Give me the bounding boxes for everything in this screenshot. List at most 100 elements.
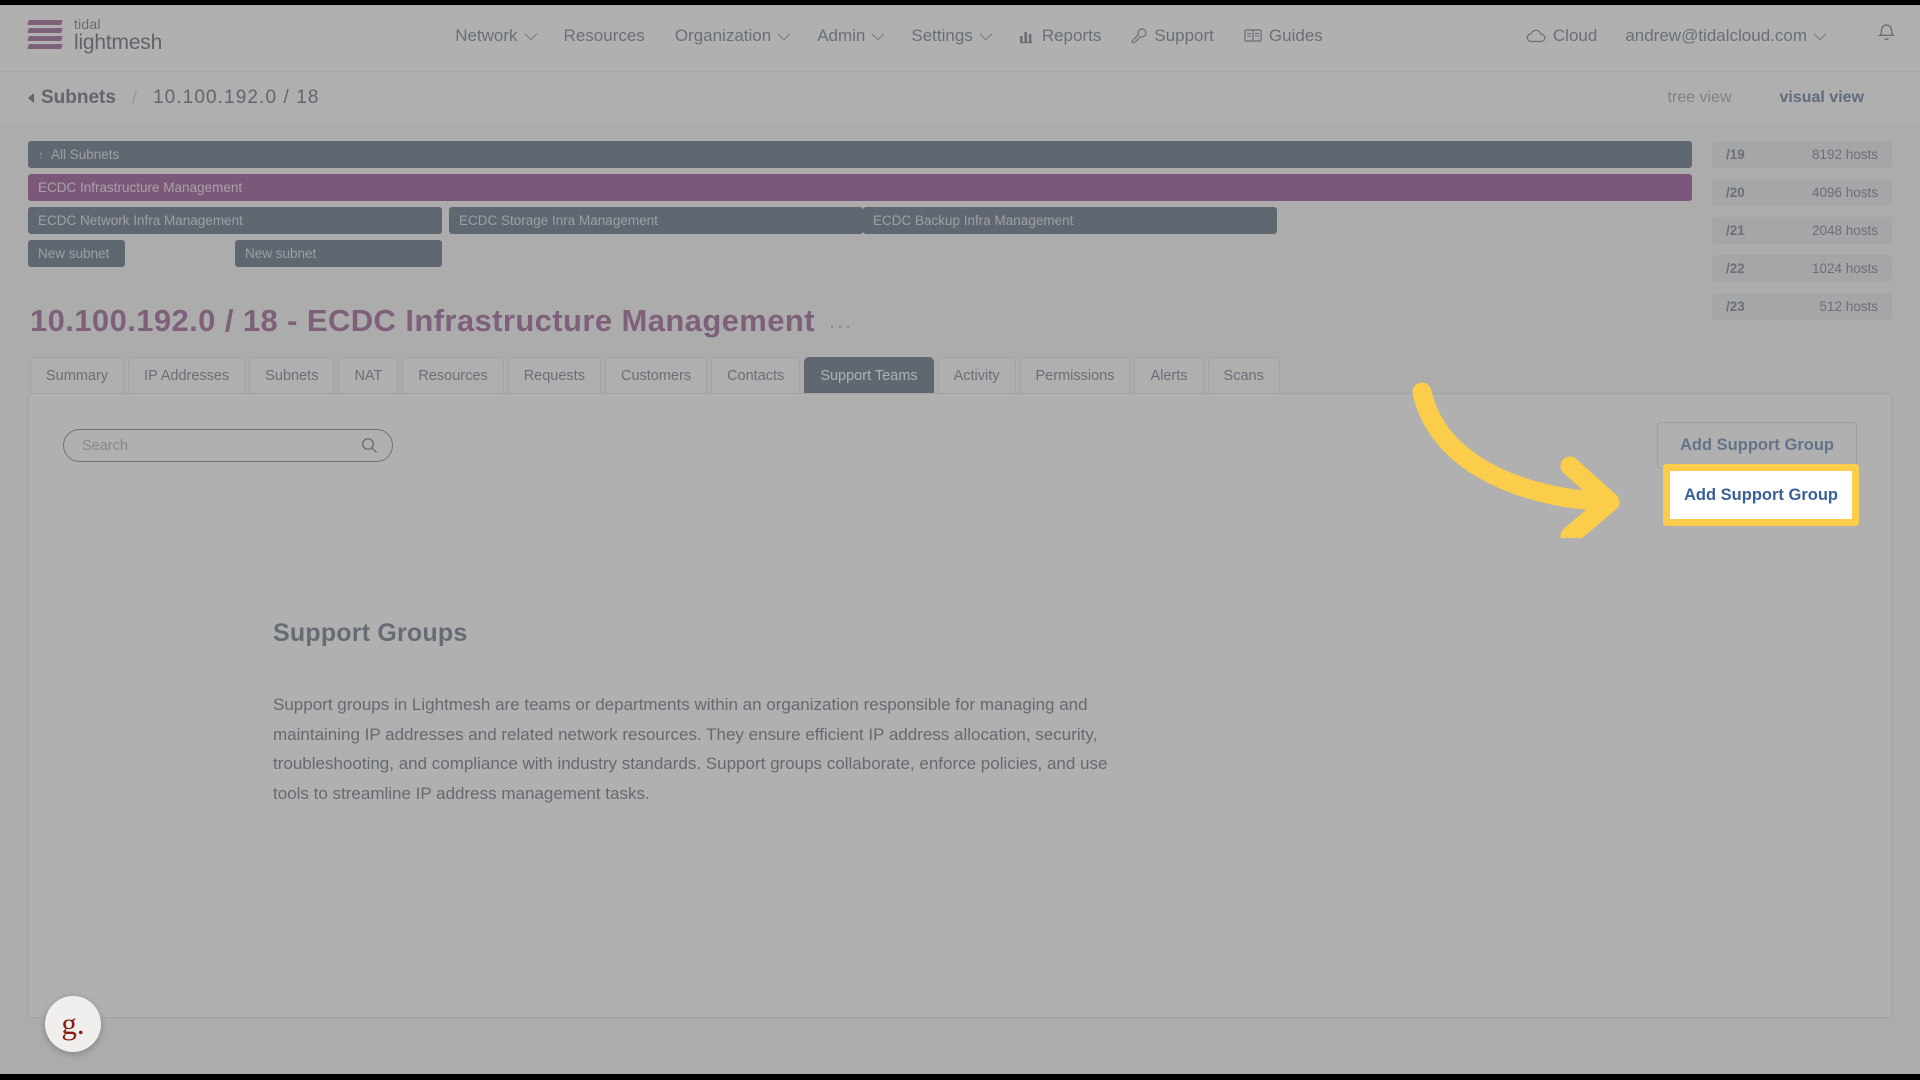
- support-teams-panel: Add Support Group Support Groups Support…: [28, 393, 1892, 1018]
- top-navigation-bar: tidal lightmesh Network Resources Organi…: [0, 0, 1920, 72]
- nav-right-group: Cloud andrew@tidalcloud.com: [1526, 23, 1896, 49]
- chevron-down-icon: [778, 28, 791, 41]
- subnet-block-label: ECDC Backup Infra Management: [873, 213, 1073, 228]
- cidr-prefix: /19: [1726, 147, 1745, 162]
- nav-item-resources[interactable]: Resources: [564, 26, 645, 46]
- empty-state-heading: Support Groups: [273, 619, 1123, 648]
- tab-subnets[interactable]: Subnets: [249, 357, 334, 393]
- breadcrumb-bar: Subnets / 10.100.192.0 / 18 tree view vi…: [0, 72, 1920, 125]
- subnet-block-label: New subnet: [38, 246, 109, 261]
- subnet-block-new-subnet[interactable]: New subnet: [28, 240, 125, 267]
- up-arrow-icon: ↑: [38, 148, 44, 162]
- nav-item-support[interactable]: Support: [1131, 26, 1214, 46]
- chevron-down-icon: [1814, 28, 1827, 41]
- tab-contacts[interactable]: Contacts: [711, 357, 800, 393]
- main-nav: Network Resources Organization Admin Set…: [365, 26, 1323, 46]
- breadcrumb-separator: /: [132, 88, 137, 109]
- letterbox-top: [0, 0, 1920, 5]
- subnet-block-ecdc-infrastructure-management[interactable]: ECDC Infrastructure Management: [28, 174, 1692, 201]
- tab-summary[interactable]: Summary: [30, 357, 124, 393]
- letterbox-bottom: [0, 1074, 1920, 1080]
- nav-item-cloud[interactable]: Cloud: [1526, 26, 1597, 46]
- cidr-hosts: 8192 hosts: [1812, 147, 1878, 162]
- tab-requests[interactable]: Requests: [508, 357, 601, 393]
- tab-support-teams[interactable]: Support Teams: [804, 357, 933, 393]
- bell-icon: [1877, 23, 1896, 44]
- nav-label: Resources: [564, 26, 645, 46]
- cidr-prefix: /22: [1726, 261, 1745, 276]
- page-title-row: 10.100.192.0 / 18 - ECDC Infrastructure …: [0, 285, 1920, 339]
- nav-item-organization[interactable]: Organization: [675, 26, 787, 46]
- breadcrumb-back-label: Subnets: [41, 87, 116, 109]
- subnet-block-all-subnets[interactable]: ↑ All Subnets: [28, 141, 1692, 168]
- cidr-legend-row[interactable]: /20 4096 hosts: [1712, 179, 1892, 206]
- account-menu[interactable]: andrew@tidalcloud.com: [1625, 26, 1823, 46]
- subnet-block-label: New subnet: [245, 246, 316, 261]
- cidr-prefix: /23: [1726, 299, 1745, 314]
- bar-chart-icon: [1019, 28, 1035, 44]
- search-box[interactable]: [63, 429, 393, 462]
- nav-label: Support: [1154, 26, 1214, 46]
- book-icon: [1244, 28, 1262, 43]
- tab-scans[interactable]: Scans: [1208, 357, 1280, 393]
- view-toggle-visual[interactable]: visual view: [1780, 89, 1865, 107]
- nav-label: Reports: [1042, 26, 1102, 46]
- nav-item-settings[interactable]: Settings: [911, 26, 988, 46]
- subnet-visual-map: ↑ All Subnets ECDC Infrastructure Manage…: [0, 125, 1920, 285]
- tab-permissions[interactable]: Permissions: [1020, 357, 1131, 393]
- brand-name-top: tidal: [74, 17, 162, 32]
- app-root: tidal lightmesh Network Resources Organi…: [0, 0, 1920, 1080]
- breadcrumb-back-subnets[interactable]: Subnets: [28, 87, 116, 109]
- cidr-legend: /19 8192 hosts /20 4096 hosts /21 2048 h…: [1712, 141, 1892, 331]
- nav-item-admin[interactable]: Admin: [817, 26, 881, 46]
- search-input[interactable]: [82, 438, 361, 454]
- subnet-block-label: ECDC Infrastructure Management: [38, 180, 242, 195]
- cloud-label: Cloud: [1553, 26, 1597, 46]
- search-icon[interactable]: [361, 437, 378, 454]
- tab-nat[interactable]: NAT: [338, 357, 398, 393]
- chevron-down-icon: [524, 28, 537, 41]
- nav-item-reports[interactable]: Reports: [1019, 26, 1102, 46]
- guide-launcher-widget[interactable]: g.: [45, 996, 101, 1052]
- nav-label: Organization: [675, 26, 771, 46]
- subnet-block-ecdc-storage-infra-management[interactable]: ECDC Storage Inra Management: [449, 207, 863, 234]
- cidr-legend-row[interactable]: /23 512 hosts: [1712, 293, 1892, 320]
- page-title: 10.100.192.0 / 18 - ECDC Infrastructure …: [30, 303, 815, 339]
- tab-ip-addresses[interactable]: IP Addresses: [128, 357, 245, 393]
- entity-tabs: Summary IP Addresses Subnets NAT Resourc…: [0, 339, 1920, 393]
- cidr-legend-row[interactable]: /22 1024 hosts: [1712, 255, 1892, 282]
- subnet-block-new-subnet[interactable]: New subnet: [235, 240, 442, 267]
- subnet-map-row: ↑ All Subnets: [28, 141, 1705, 168]
- page-overflow-menu[interactable]: ...: [829, 308, 853, 334]
- cloud-icon: [1526, 29, 1546, 43]
- subnet-block-ecdc-network-infra-management[interactable]: ECDC Network Infra Management: [28, 207, 442, 234]
- brand-logo[interactable]: tidal lightmesh: [28, 17, 162, 54]
- view-toggle: tree view visual view: [1667, 89, 1892, 107]
- notifications-button[interactable]: [1877, 23, 1896, 49]
- nav-label: Guides: [1269, 26, 1323, 46]
- cidr-legend-row[interactable]: /19 8192 hosts: [1712, 141, 1892, 168]
- tab-customers[interactable]: Customers: [605, 357, 707, 393]
- chevron-left-icon: [28, 93, 34, 103]
- cidr-hosts: 4096 hosts: [1812, 185, 1878, 200]
- tab-activity[interactable]: Activity: [938, 357, 1016, 393]
- brand-text: tidal lightmesh: [74, 17, 162, 54]
- view-toggle-tree[interactable]: tree view: [1667, 89, 1731, 107]
- subnet-block-label: ECDC Storage Inra Management: [459, 213, 658, 228]
- cidr-prefix: /20: [1726, 185, 1745, 200]
- subnet-map-row: ECDC Infrastructure Management: [28, 174, 1705, 201]
- panel-toolbar: Add Support Group: [63, 422, 1857, 469]
- nav-label: Network: [455, 26, 517, 46]
- nav-item-guides[interactable]: Guides: [1244, 26, 1323, 46]
- nav-item-network[interactable]: Network: [455, 26, 533, 46]
- cidr-legend-row[interactable]: /21 2048 hosts: [1712, 217, 1892, 244]
- empty-state: Support Groups Support groups in Lightme…: [63, 469, 1123, 808]
- tab-alerts[interactable]: Alerts: [1134, 357, 1203, 393]
- wrench-icon: [1131, 28, 1147, 44]
- cidr-prefix: /21: [1726, 223, 1745, 238]
- add-support-group-button[interactable]: Add Support Group: [1657, 422, 1857, 469]
- breadcrumb-current: 10.100.192.0 / 18: [153, 87, 320, 109]
- nav-label: Admin: [817, 26, 865, 46]
- tab-resources[interactable]: Resources: [402, 357, 503, 393]
- subnet-block-ecdc-backup-infra-management[interactable]: ECDC Backup Infra Management: [863, 207, 1277, 234]
